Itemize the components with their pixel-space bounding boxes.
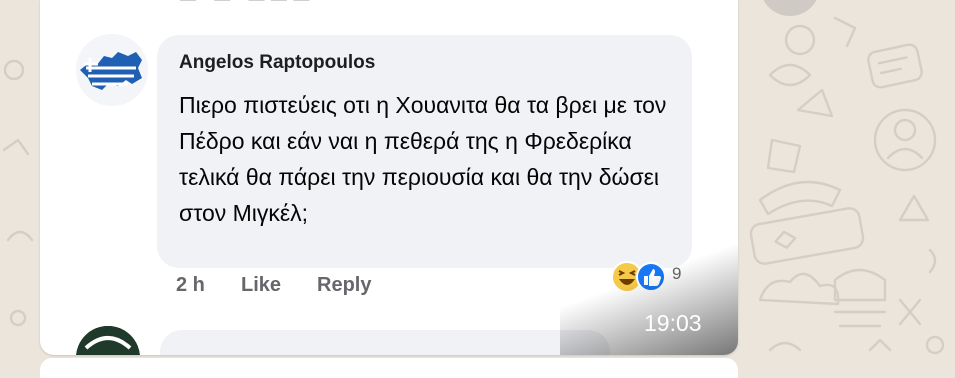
reply-button[interactable]: Reply: [317, 274, 371, 297]
reactions-summary[interactable]: 9: [610, 258, 690, 296]
like-reaction-icon: [636, 262, 666, 292]
club-logo-icon: [76, 326, 140, 355]
comment-bubble[interactable]: Angelos Raptopoulos Πιερο πιστεύεις οτι …: [157, 35, 692, 268]
next-commenter-avatar[interactable]: [76, 326, 140, 355]
comment-text: Πιερο πιστεύεις οτι η Χουανιτα θα τα βρε…: [179, 92, 667, 226]
message-time: 19:03: [644, 310, 702, 336]
next-comment-bubble[interactable]: [160, 330, 610, 355]
comment-age: 2 h: [176, 274, 205, 296]
reaction-icons: [611, 261, 666, 293]
greece-flag-map-icon: [76, 34, 148, 106]
previous-comment-actions-cut: — · — · — — —: [180, 0, 440, 8]
next-message-edge: [40, 358, 738, 378]
forwarded-screenshot[interactable]: — · — · — — — Angelos Raptopoulos Πιερο …: [40, 0, 738, 355]
comment-author[interactable]: Angelos Raptopoulos: [179, 52, 375, 74]
commenter-avatar[interactable]: [76, 34, 148, 106]
like-button[interactable]: Like: [241, 274, 281, 297]
reaction-count: 9: [672, 264, 682, 283]
